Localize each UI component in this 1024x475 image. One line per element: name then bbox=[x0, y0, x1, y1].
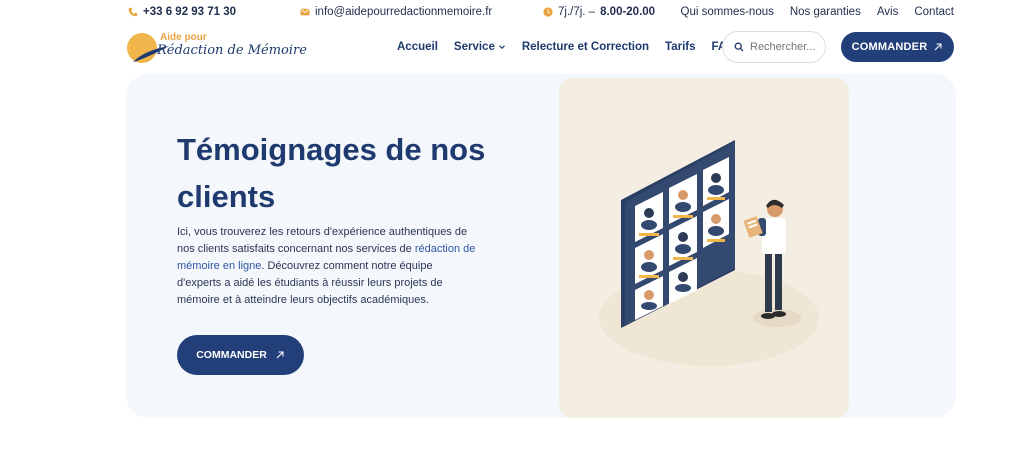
logo-tagline: Aide pour bbox=[160, 32, 207, 43]
nav-item-proofreading[interactable]: Relecture et Correction bbox=[522, 41, 649, 53]
nav-item-home[interactable]: Accueil bbox=[397, 41, 438, 53]
top-link-guarantees[interactable]: Nos garanties bbox=[790, 6, 861, 18]
phone-icon bbox=[128, 7, 138, 17]
order-button-hero-label: COMMANDER bbox=[196, 349, 267, 361]
phone-number: +33 6 92 93 71 30 bbox=[143, 6, 237, 18]
testimonial-board-illustration bbox=[599, 140, 819, 366]
search-icon bbox=[734, 42, 744, 52]
email-contact[interactable]: info@aidepourredactionmemoire.fr bbox=[300, 6, 492, 18]
site-logo[interactable]: Aide pour Rédaction de Mémoire bbox=[127, 30, 307, 66]
top-link-contact[interactable]: Contact bbox=[914, 6, 954, 18]
nav-item-pricing[interactable]: Tarifs bbox=[665, 41, 695, 53]
search-input[interactable] bbox=[750, 41, 820, 53]
clock-icon bbox=[543, 7, 553, 17]
logo-title: Rédaction de Mémoire bbox=[157, 43, 307, 58]
order-button-hero[interactable]: COMMANDER bbox=[177, 335, 304, 375]
top-link-reviews[interactable]: Avis bbox=[877, 6, 899, 18]
main-nav: Accueil Service Relecture et Correction … bbox=[397, 41, 735, 53]
order-button-header-label: COMMANDER bbox=[851, 41, 928, 53]
hours-time: 8.00-20.00 bbox=[600, 6, 656, 18]
arrow-up-right-icon bbox=[934, 43, 942, 51]
order-button-header[interactable]: COMMANDER bbox=[841, 32, 954, 62]
chevron-down-icon bbox=[498, 45, 505, 50]
opening-hours: 7j./7j. – 8.00-20.00 bbox=[543, 6, 655, 18]
search-box[interactable] bbox=[722, 31, 826, 63]
top-links: Qui sommes-nous Nos garanties Avis Conta… bbox=[681, 6, 954, 18]
arrow-up-right-icon bbox=[276, 351, 284, 359]
hero-description: Ici, vous trouverez les retours d'expéri… bbox=[177, 224, 477, 309]
main-header: Aide pour Rédaction de Mémoire Accueil S… bbox=[0, 26, 1024, 70]
hours-days: 7j./7j. – bbox=[558, 6, 596, 18]
top-info-bar: +33 6 92 93 71 30 info@aidepourredaction… bbox=[0, 0, 1024, 26]
top-link-about[interactable]: Qui sommes-nous bbox=[681, 6, 774, 18]
testimonials-illustration bbox=[559, 78, 849, 418]
page-title: Témoignages de nos clients bbox=[177, 132, 486, 214]
nav-item-service[interactable]: Service bbox=[454, 41, 506, 53]
phone-contact[interactable]: +33 6 92 93 71 30 bbox=[128, 6, 236, 18]
email-address: info@aidepourredactionmemoire.fr bbox=[315, 6, 493, 18]
mail-icon bbox=[300, 8, 310, 16]
hero-section: Témoignages de nos clients Ici, vous tro… bbox=[126, 74, 956, 418]
nav-item-service-label: Service bbox=[453, 41, 495, 53]
